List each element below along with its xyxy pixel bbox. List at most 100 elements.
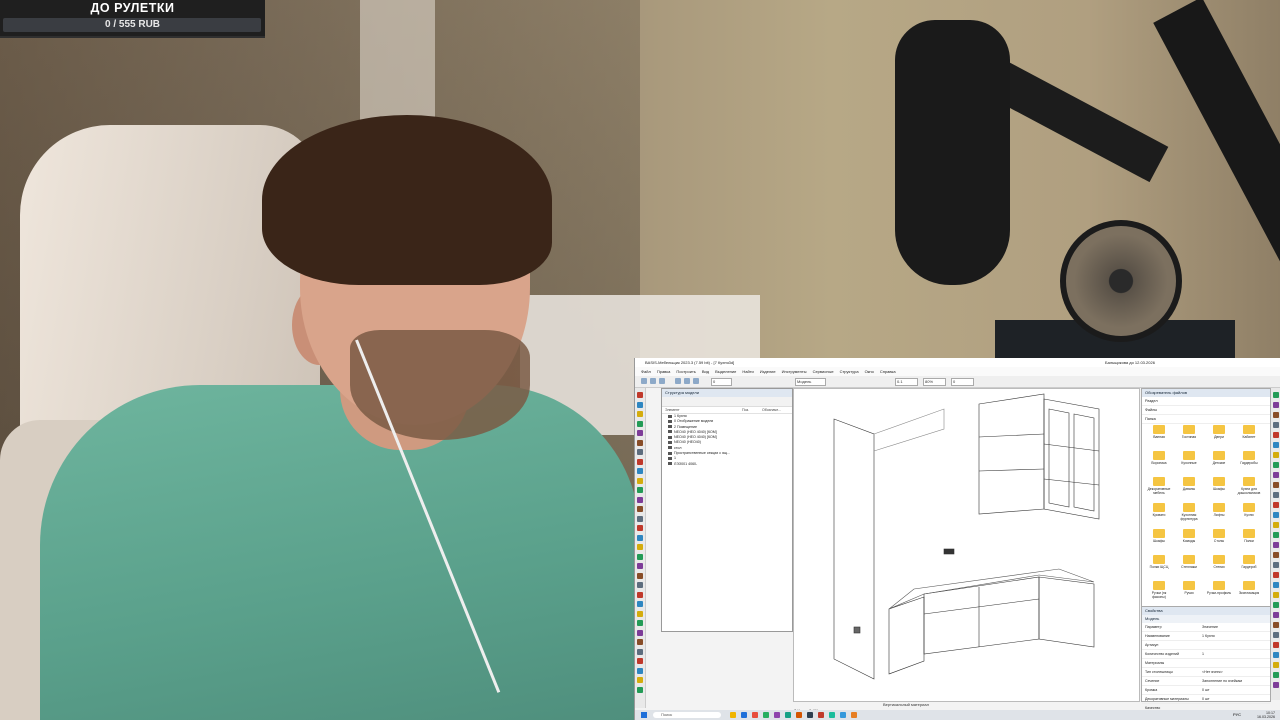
tool-icon[interactable]: [637, 639, 643, 645]
tool-icon[interactable]: [1273, 402, 1279, 408]
taskbar-app-icon[interactable]: [730, 712, 736, 718]
folder-item[interactable]: Комоды: [1175, 529, 1203, 553]
tool-icon[interactable]: [1273, 562, 1279, 568]
tool-icon[interactable]: [637, 667, 643, 674]
open-file-icon[interactable]: [650, 378, 656, 384]
folder-item[interactable]: Кабинет: [1235, 425, 1263, 449]
menu-item[interactable]: Структура: [840, 369, 859, 374]
layer-field[interactable]: 0: [711, 378, 732, 386]
property-row[interactable]: Количество изделий 1: [1142, 650, 1270, 659]
folder-item[interactable]: Кухонная фурнитура: [1175, 503, 1203, 527]
property-row[interactable]: Наименование 1 Кухня: [1142, 632, 1270, 641]
tool-icon[interactable]: [1273, 542, 1279, 548]
tool-icon[interactable]: [637, 487, 643, 493]
tool-icon[interactable]: [1273, 442, 1279, 448]
tool-icon[interactable]: [1273, 462, 1279, 468]
section-row[interactable]: Раздел: [1142, 397, 1270, 406]
folder-item[interactable]: Экспликация: [1235, 581, 1263, 605]
property-row[interactable]: Артикул: [1142, 641, 1270, 650]
folder-item[interactable]: Ванная: [1145, 425, 1173, 449]
undo-icon[interactable]: [684, 378, 690, 384]
folder-item[interactable]: Кухонные: [1175, 451, 1203, 475]
tool-icon[interactable]: [637, 430, 643, 436]
tool-icon[interactable]: [1273, 672, 1279, 678]
tool-icon[interactable]: [637, 458, 643, 465]
tool-icon[interactable]: [637, 439, 643, 446]
coord-field-1[interactable]: 0.1: [895, 378, 918, 386]
tool-icon[interactable]: [637, 392, 643, 398]
language-indicator[interactable]: РУС: [1233, 712, 1241, 718]
col-position[interactable]: Поз.: [742, 407, 749, 413]
tool-icon[interactable]: [1273, 602, 1279, 608]
folder-item[interactable]: Ручки-профиль: [1205, 581, 1233, 605]
property-row[interactable]: Кромка 0 шт: [1142, 686, 1270, 695]
property-row[interactable]: Параметр Значение: [1142, 623, 1270, 632]
taskbar-app-icon[interactable]: [818, 712, 824, 718]
taskbar-search[interactable]: Поиск: [653, 712, 721, 718]
folder-item[interactable]: Кухни для дошкольников: [1235, 477, 1263, 501]
folder-item[interactable]: Гардероб: [1235, 555, 1263, 579]
tool-icon[interactable]: [637, 658, 643, 664]
property-row[interactable]: Сечение Заполнение по ячейкам: [1142, 677, 1270, 686]
tool-icon[interactable]: [1273, 612, 1279, 618]
tool-icon[interactable]: [637, 449, 643, 455]
menu-item[interactable]: Правка: [657, 369, 671, 374]
folder-item[interactable]: Гостиная: [1175, 425, 1203, 449]
tool-icon[interactable]: [637, 591, 643, 598]
tool-icon[interactable]: [637, 648, 643, 655]
col-element[interactable]: Элемент: [665, 407, 680, 413]
col-designation[interactable]: Обозначе...: [762, 407, 781, 413]
folder-item[interactable]: Лифты: [1205, 503, 1233, 527]
tool-icon[interactable]: [1273, 622, 1279, 628]
tool-icon[interactable]: [637, 496, 643, 503]
tool-icon[interactable]: [1273, 502, 1279, 508]
menu-item[interactable]: Построить: [676, 369, 696, 374]
folder-item[interactable]: Ручки (пк фасоны): [1145, 581, 1173, 605]
menu-item[interactable]: Найти: [742, 369, 753, 374]
folder-item[interactable]: Декоративные мебель: [1145, 477, 1173, 501]
folder-item[interactable]: Стенки: [1205, 555, 1233, 579]
tool-icon[interactable]: [637, 686, 643, 693]
coord-field-2[interactable]: 0: [951, 378, 974, 386]
taskbar-app-icon[interactable]: [785, 712, 791, 718]
tool-icon[interactable]: [637, 525, 643, 531]
taskbar-app-icon[interactable]: [774, 712, 780, 718]
tool-icon[interactable]: [637, 610, 643, 617]
menu-item[interactable]: Инструменты: [782, 369, 807, 374]
tool-icon[interactable]: [1273, 662, 1279, 668]
tool-icon[interactable]: [637, 515, 643, 522]
3d-viewport[interactable]: 7 Кухня 3d(1): [793, 388, 1140, 713]
redo-icon[interactable]: [693, 378, 699, 384]
tool-icon[interactable]: [1273, 412, 1279, 418]
folder-item[interactable]: Диваны: [1175, 477, 1203, 501]
taskbar-app-icon[interactable]: [741, 712, 747, 718]
tool-icon[interactable]: [637, 629, 643, 636]
tool-icon[interactable]: [637, 468, 643, 474]
tool-icon[interactable]: [637, 553, 643, 560]
tool-icon[interactable]: [1273, 452, 1279, 458]
tool-icon[interactable]: [1273, 642, 1279, 648]
tool-icon[interactable]: [637, 420, 643, 427]
property-row[interactable]: Материалы: [1142, 659, 1270, 668]
taskbar-app-icon[interactable]: [829, 712, 835, 718]
menu-item[interactable]: Вид: [702, 369, 709, 374]
menu-item[interactable]: Файл: [641, 369, 651, 374]
tool-icon[interactable]: [637, 620, 643, 626]
folder-item[interactable]: Двери: [1205, 425, 1233, 449]
taskbar-app-icon[interactable]: [763, 712, 769, 718]
print-icon[interactable]: [675, 378, 681, 384]
folder-item[interactable]: Вороника: [1145, 451, 1173, 475]
tool-icon[interactable]: [637, 677, 643, 683]
tool-icon[interactable]: [1273, 582, 1279, 588]
tool-icon[interactable]: [1273, 652, 1279, 658]
start-icon[interactable]: [641, 712, 647, 718]
taskbar-app-icon[interactable]: [807, 712, 813, 718]
menu-item[interactable]: Окно: [865, 369, 874, 374]
tool-icon[interactable]: [637, 572, 643, 579]
tool-icon[interactable]: [1273, 682, 1279, 688]
tool-icon[interactable]: [637, 544, 643, 550]
taskbar-app-icon[interactable]: [840, 712, 846, 718]
folder-item[interactable]: Детские: [1205, 451, 1233, 475]
taskbar-app-icon[interactable]: [796, 712, 802, 718]
tool-icon[interactable]: [1273, 552, 1279, 558]
